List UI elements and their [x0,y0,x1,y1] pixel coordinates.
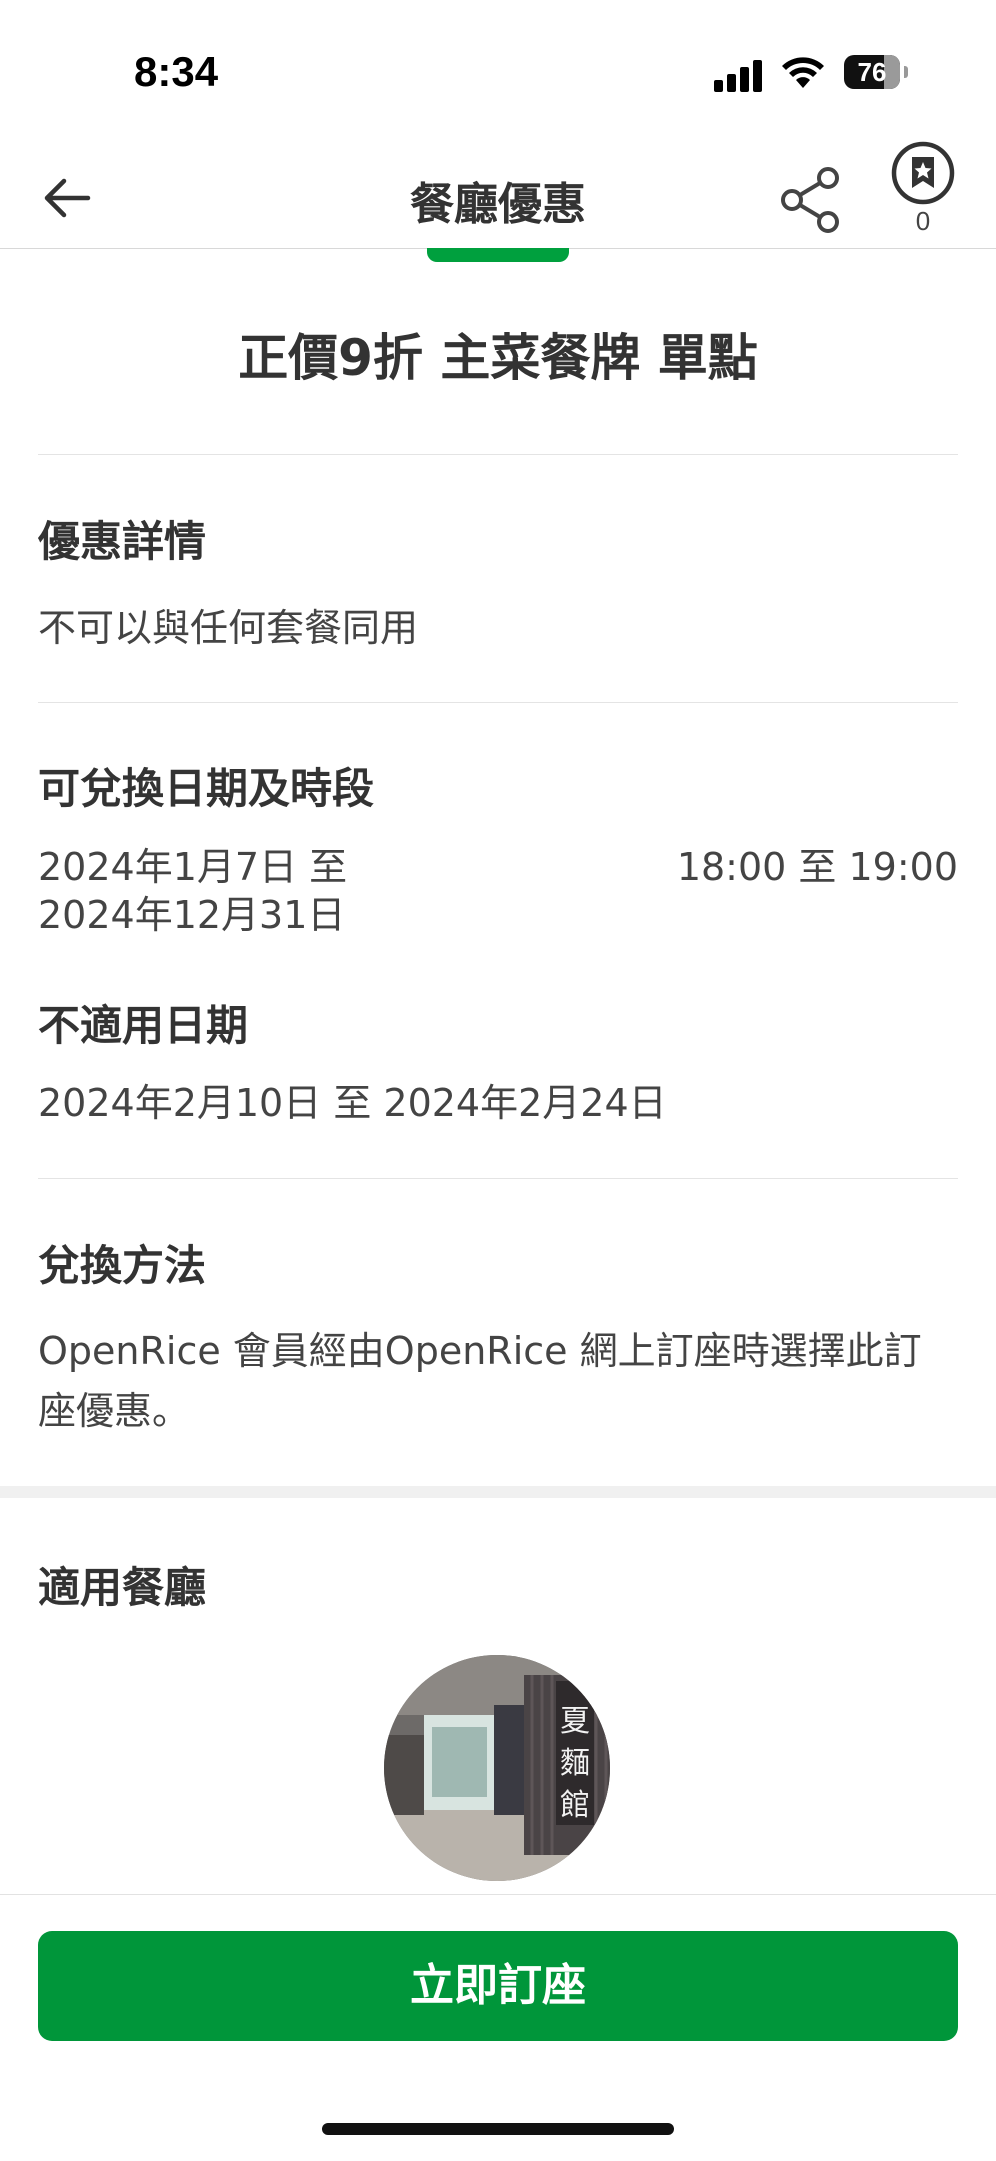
bottom-action-bar: 立即訂座 [0,1894,996,2161]
section-separator [0,1486,996,1498]
method-heading: 兌換方法 [38,1241,207,1290]
redeem-date-end: 2024年12月31日 [38,893,346,937]
restaurants-heading: 適用餐廳 [38,1563,207,1612]
battery-level: 76 [857,57,887,87]
details-heading: 優惠詳情 [38,517,207,566]
share-icon[interactable] [776,160,846,240]
excluded-dates-heading: 不適用日期 [38,1001,249,1050]
book-now-button[interactable]: 立即訂座 [38,1931,958,2041]
battery-icon: 76 [844,55,908,89]
bookmark-icon [891,141,955,205]
cellular-signal-icon [714,56,764,92]
details-text: 不可以與任何套餐同用 [38,606,419,650]
redeem-time-range: 18:00 至 19:00 [676,845,958,889]
page-title: 餐廳優惠 [410,179,586,230]
svg-text:麵: 麵 [560,1746,590,1781]
divider [38,702,958,703]
restaurant-storefront-image: 夏 麵 館 [384,1655,610,1881]
svg-text:館: 館 [560,1788,590,1823]
green-tab-indicator [427,248,569,262]
redeem-period-heading: 可兌換日期及時段 [38,764,375,813]
bookmark-button[interactable]: 0 [888,140,958,244]
offer-title: 正價9折 主菜餐牌 單點 [238,329,758,387]
redeem-date-start: 2024年1月7日 至 [38,845,348,889]
bookmark-count: 0 [915,206,931,236]
excluded-dates-text: 2024年2月10日 至 2024年2月24日 [38,1081,667,1125]
nav-bar: 餐廳優惠 0 [0,140,996,249]
divider [38,454,958,455]
divider [38,1178,958,1179]
restaurant-photo[interactable]: 夏 麵 館 [384,1655,610,1881]
method-text-line2: 座優惠。 [38,1389,191,1433]
home-indicator[interactable] [322,2123,674,2135]
status-time: 8:34 [134,48,219,95]
status-bar: 8:34 76 [0,0,996,140]
wifi-icon [782,57,824,88]
method-text-line1: OpenRice 會員經由OpenRice 網上訂座時選擇此訂 [38,1329,922,1373]
restaurant-sign: 夏 [560,1704,590,1739]
